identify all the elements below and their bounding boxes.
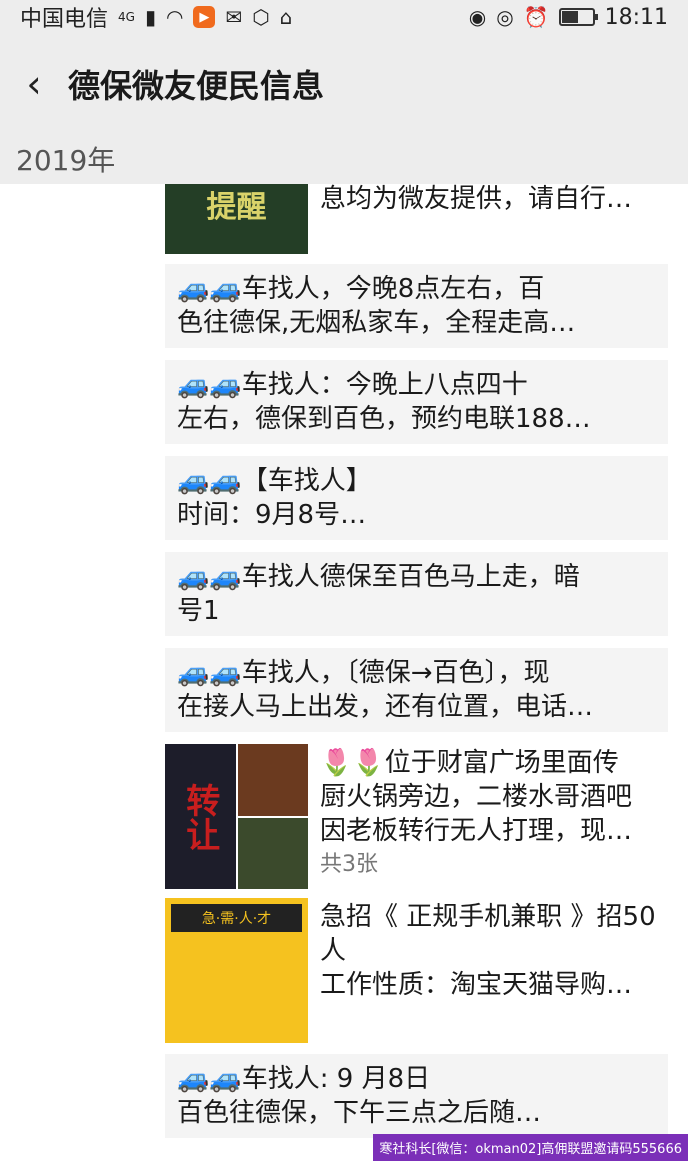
thumbnail-image [237, 817, 308, 889]
post-thumbnail[interactable]: 转让 [165, 744, 308, 889]
wechat-icon: ✉ [225, 5, 243, 29]
signal-icon: ▮ [144, 5, 156, 29]
post-text-card: 🚙🚙车找人：今晚上八点四十 左右，德保到百色，预约电联188… [165, 360, 668, 444]
post-line: 息均为微友提供，请自行… [320, 184, 633, 214]
network-label: 4G [118, 10, 135, 24]
post-line: 在接人马上出发，还有位置，电话… [177, 692, 594, 722]
nav-bar: ‹ 德保微友便民信息 [0, 34, 688, 134]
post-line: 🚙🚙车找人，〔德保→百色〕，现 [177, 658, 550, 688]
post-text-card: 🚙🚙车找人德保至百色马上走，暗 号1 [165, 552, 668, 636]
post-item[interactable]: 🚙🚙车找人德保至百色马上走，暗 号1 [165, 552, 668, 636]
post-feed[interactable]: 提醒 息均为微友提供，请自行… 🚙🚙车找人，今晚8点左右，百 色往德保,无烟私家… [0, 184, 688, 1171]
post-line: 🚙🚙车找人：今晚上八点四十 [177, 370, 528, 400]
thumbnail-image [237, 744, 308, 816]
video-app-icon: ▶ [193, 6, 216, 28]
status-left: 中国电信 4G ▮ ◠ ▶ ✉ ⬡ ⌂ [20, 1, 292, 33]
battery-icon [558, 8, 598, 26]
post-line: 号1 [177, 596, 220, 626]
page-title: 德保微友便民信息 [68, 67, 325, 105]
thumbnail-heading: 急·需·人·才 [171, 904, 302, 932]
post-line: 🚙🚙车找人，今晚8点左右，百 [177, 274, 545, 304]
post-line: 急招《 正规手机兼职 》招50 [320, 902, 656, 932]
post-text-card: 🚙🚙车找人: 9 月8日 百色往德保，下午三点之后随… [165, 1054, 668, 1138]
post-item[interactable]: 🚙🚙车找人，〔德保→百色〕，现 在接人马上出发，还有位置，电话… [165, 648, 668, 732]
photo-count: 共3张 [320, 852, 378, 877]
post-item[interactable]: 提醒 息均为微友提供，请自行… [165, 184, 668, 254]
thumbnail-image: 转让 [165, 744, 236, 889]
post-item[interactable]: 🚙🚙车找人: 9 月8日 百色往德保，下午三点之后随… [165, 1054, 668, 1138]
post-text-card: 🚙🚙车找人，今晚8点左右，百 色往德保,无烟私家车，全程走高… [165, 264, 668, 348]
status-bar: 中国电信 4G ▮ ◠ ▶ ✉ ⬡ ⌂ ◉ ◎ ⏰ 18:11 [0, 0, 688, 34]
post-line: 🚙🚙车找人德保至百色马上走，暗 [177, 562, 580, 592]
post-text-card: 🚙🚙【车找人】 时间：9月8号… [165, 456, 668, 540]
post-item[interactable]: 🚙🚙车找人：今晚上八点四十 左右，德保到百色，预约电联188… [165, 360, 668, 444]
notification-icon: ⌂ [279, 5, 293, 29]
post-line: 工作性质：淘宝天猫导购… [320, 970, 633, 1000]
post-text: 息均为微友提供，请自行… [308, 184, 632, 254]
post-line: 时间：9月8号… [177, 500, 367, 530]
eye-icon: ◎ [496, 5, 514, 29]
post-line: 百色往德保，下午三点之后随… [177, 1098, 542, 1128]
post-text: 🌷🌷位于财富广场里面传 厨火锅旁边，二楼水哥酒吧 因老板转行无人打理，现… 共3… [308, 744, 632, 889]
post-line: 🌷🌷位于财富广场里面传 [320, 748, 619, 778]
year-header: 2019年 [0, 134, 688, 184]
post-line: 人 [320, 936, 347, 966]
back-button[interactable]: ‹ [4, 34, 64, 134]
alarm-icon: ⏰ [523, 5, 549, 29]
post-line: 因老板转行无人打理，现… [320, 816, 633, 846]
post-item[interactable]: 急·需·人·才 急招《 正规手机兼职 》招50 人 工作性质：淘宝天猫导购… [165, 898, 668, 1043]
carrier-label: 中国电信 [20, 7, 109, 32]
wifi-icon: ◠ [165, 5, 184, 29]
post-thumbnail[interactable]: 急·需·人·才 [165, 898, 308, 1043]
post-line: 🚙🚙车找人: 9 月8日 [177, 1064, 431, 1094]
year-label: 2019年 [16, 144, 116, 177]
post-text: 急招《 正规手机兼职 》招50 人 工作性质：淘宝天猫导购… [308, 898, 656, 1043]
chevron-left-icon: ‹ [26, 62, 42, 106]
status-right: ◉ ◎ ⏰ 18:11 [469, 5, 668, 30]
clock: 18:11 [604, 4, 668, 30]
post-line: 左右，德保到百色，预约电联188… [177, 404, 591, 434]
post-line: 厨火锅旁边，二楼水哥酒吧 [320, 782, 633, 812]
post-item[interactable]: 🚙🚙【车找人】 时间：9月8号… [165, 456, 668, 540]
post-line: 色往德保,无烟私家车，全程走高… [177, 308, 576, 338]
watermark: 寒社科长[微信：okman02]高佣联盟邀请码555666 [373, 1134, 688, 1161]
post-text-card: 🚙🚙车找人，〔德保→百色〕，现 在接人马上出发，还有位置，电话… [165, 648, 668, 732]
post-item[interactable]: 转让 🌷🌷位于财富广场里面传 厨火锅旁边，二楼水哥酒吧 因老板转行无人打理，现…… [165, 744, 668, 889]
post-line: 🚙🚙【车找人】 [177, 466, 372, 496]
data-saver-icon: ◉ [468, 5, 487, 29]
post-item[interactable]: 🚙🚙车找人，今晚8点左右，百 色往德保,无烟私家车，全程走高… [165, 264, 668, 348]
app-icon: ⬡ [252, 5, 270, 29]
post-thumbnail[interactable]: 提醒 [165, 184, 308, 254]
thumbnail-text: 提醒 [206, 190, 267, 225]
